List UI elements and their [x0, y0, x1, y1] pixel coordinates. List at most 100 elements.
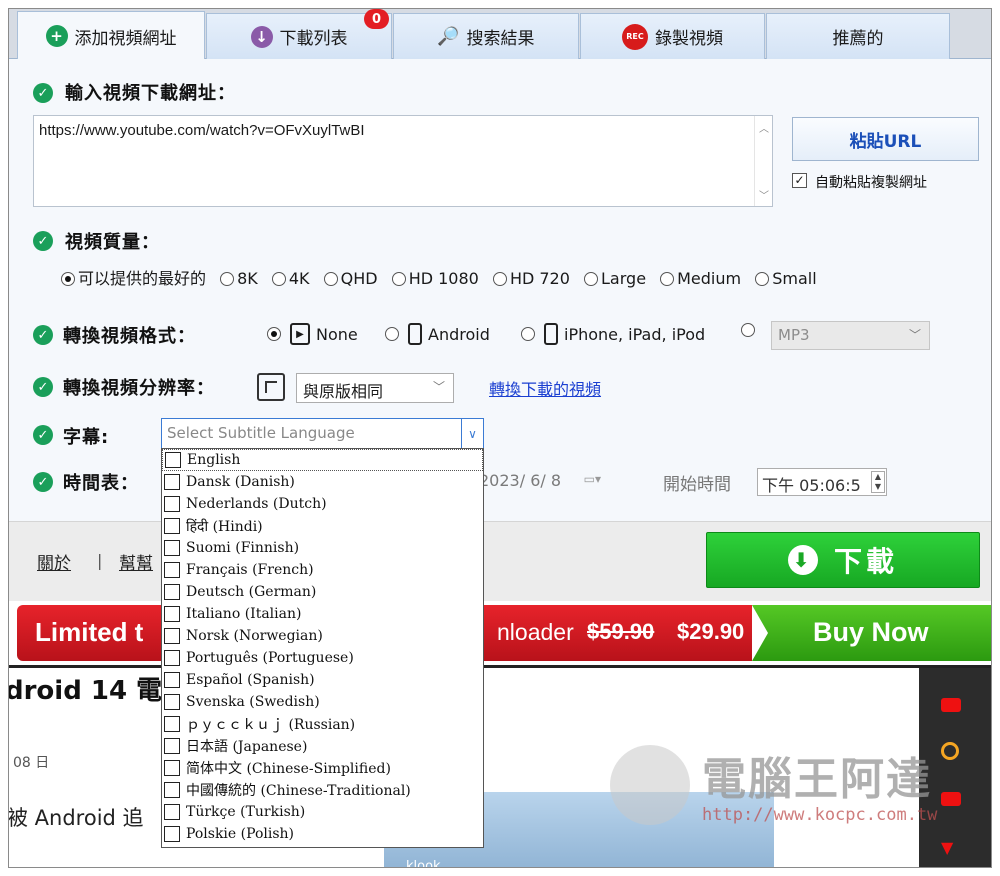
format-option-none[interactable]: ▶ None [267, 323, 358, 345]
checkbox[interactable] [164, 474, 180, 490]
background-sidebar: ▼ [919, 668, 991, 867]
language-option[interactable]: Français (French) [162, 559, 483, 581]
footer-separator: | [97, 551, 103, 570]
checkbox[interactable] [164, 826, 180, 842]
background-snippet: 被 Android 追 [8, 806, 144, 830]
rec-icon: REC [622, 23, 648, 50]
quality-option-qhd[interactable]: QHD [323, 269, 378, 288]
language-option[interactable]: हिंदी (Hindi) [162, 515, 483, 537]
quality-option-4k[interactable]: 4K [271, 269, 310, 288]
quality-option-8k[interactable]: 8K [220, 269, 258, 288]
language-option[interactable]: Nederlands (Dutch) [162, 493, 483, 515]
url-input[interactable]: https://www.youtube.com/watch?v=OFvXuylT… [33, 115, 773, 207]
quality-option-hd720[interactable]: HD 720 [492, 269, 570, 288]
checkbox[interactable] [164, 738, 180, 754]
checkbox[interactable] [164, 716, 180, 732]
language-option[interactable]: Türkçe (Turkish) [162, 801, 483, 823]
subtitle-label: 字幕: [63, 427, 110, 448]
checkbox[interactable] [164, 782, 180, 798]
checkbox[interactable] [164, 562, 180, 578]
scroll-down-icon: ﹀ [759, 191, 769, 202]
auto-paste-checkbox[interactable]: ✓ [792, 173, 807, 188]
checkbox[interactable] [164, 694, 180, 710]
checkbox[interactable] [164, 496, 180, 512]
subtitle-language-dropdown: English Dansk (Danish) Nederlands (Dutch… [161, 448, 484, 848]
auto-paste-label: 自動粘貼複製網址 [815, 175, 927, 191]
quality-option-medium[interactable]: Medium [660, 269, 741, 288]
quality-options: 可以提供的最好的 8K 4K QHD HD 1080 HD 720 Large … [61, 265, 826, 289]
check-icon: ✓ [33, 377, 53, 397]
url-label: 輸入視頻下載網址： [65, 83, 236, 104]
about-link[interactable]: 關於 [37, 549, 71, 574]
checkbox[interactable] [164, 584, 180, 600]
language-option[interactable]: Italiano (Italian) [162, 603, 483, 625]
checkbox[interactable] [164, 540, 180, 556]
language-option[interactable]: 中國傳統的 (Chinese-Traditional) [162, 779, 483, 801]
language-option[interactable]: ｐｙｃｃｋｕｊ (Russian) [162, 713, 483, 735]
checkbox[interactable] [164, 672, 180, 688]
language-option[interactable]: 简体中文 (Chinese-Simplified) [162, 757, 483, 779]
time-spinner-icon[interactable]: ▲ ▼ [871, 471, 885, 493]
check-icon: ✓ [33, 83, 53, 103]
tab-bar: + 添加視頻網址 ↓ 下載列表 0 🔎 搜索結果 REC 錄製視頻 推薦的 [9, 9, 991, 60]
start-time-label: 開始時間 [663, 475, 731, 495]
checkbox[interactable] [164, 518, 180, 534]
tab-recommended[interactable]: 推薦的 [766, 13, 950, 59]
chevron-down-icon: ﹀ [432, 380, 445, 394]
language-option[interactable]: 日本語 (Japanese) [162, 735, 483, 757]
convert-downloaded-link[interactable]: 轉換下載的視頻 [489, 376, 601, 400]
quality-option-small[interactable]: Small [755, 269, 817, 288]
language-option[interactable]: Dansk (Danish) [162, 471, 483, 493]
language-option[interactable]: Polskie (Polish) [162, 823, 483, 845]
chevron-down-icon[interactable]: ∨ [461, 419, 483, 448]
tab-search-results[interactable]: 🔎 搜索結果 [393, 13, 579, 59]
android-phone-icon [408, 323, 422, 345]
language-option[interactable]: Deutsch (German) [162, 581, 483, 603]
format-option-android[interactable]: Android [385, 323, 490, 345]
iphone-icon [544, 323, 558, 345]
language-option[interactable]: English [162, 449, 483, 471]
checkbox[interactable] [165, 452, 181, 468]
checkbox[interactable] [164, 606, 180, 622]
checkbox[interactable] [164, 628, 180, 644]
download-button[interactable]: ⬇ 下載 [706, 532, 980, 588]
resolution-select[interactable]: 與原版相同 ﹀ [296, 373, 454, 403]
resolution-label: 轉換視頻分辨率： [63, 378, 215, 399]
app-window: + 添加視頻網址 ↓ 下載列表 0 🔎 搜索結果 REC 錄製視頻 推薦的 ✓ … [8, 8, 992, 868]
schedule-label: 時間表： [63, 473, 139, 494]
tab-record-video[interactable]: REC 錄製視頻 [580, 13, 765, 59]
background-date: 08 日 [13, 755, 50, 771]
quality-option-large[interactable]: Large [584, 269, 646, 288]
format-label: 轉換視頻格式： [63, 326, 196, 347]
format-option-audio[interactable] [741, 323, 758, 337]
language-option[interactable]: Español (Spanish) [162, 669, 483, 691]
check-icon: ✓ [33, 425, 53, 445]
format-option-iphone[interactable]: iPhone, iPad, iPod [521, 323, 705, 345]
download-circle-icon: ↓ [250, 25, 273, 48]
refresh-icon [941, 742, 959, 760]
language-option[interactable]: Svenska (Swedish) [162, 691, 483, 713]
language-option[interactable]: Suomi (Finnish) [162, 537, 483, 559]
checkbox[interactable] [164, 760, 180, 776]
audio-format-select[interactable]: MP3 ﹀ [771, 321, 930, 350]
start-time-input[interactable]: 下午 05:06:5 ▲ ▼ [757, 468, 887, 496]
subtitle-language-select[interactable]: Select Subtitle Language ∨ [161, 418, 484, 449]
paste-url-button[interactable]: 粘貼URL [792, 117, 979, 161]
youtube-icon [941, 792, 961, 806]
quality-option-best[interactable]: 可以提供的最好的 [61, 269, 206, 288]
resolution-icon [257, 373, 285, 401]
tab-add-video-url[interactable]: + 添加視頻網址 [17, 11, 205, 60]
youtube-icon [941, 698, 961, 712]
checkbox[interactable] [164, 804, 180, 820]
buy-now-label: Buy Now [813, 617, 929, 647]
checkbox[interactable] [164, 650, 180, 666]
language-option[interactable]: Norsk (Norwegian) [162, 625, 483, 647]
url-scrollbar[interactable]: ︿ ﹀ [754, 116, 772, 206]
scroll-up-icon: ︿ [759, 124, 769, 135]
quality-option-hd1080[interactable]: HD 1080 [391, 269, 479, 288]
check-icon: ✓ [33, 231, 53, 251]
language-option[interactable]: Português (Portuguese) [162, 647, 483, 669]
help-link[interactable]: 幫幫 [119, 549, 153, 574]
schedule-date-picker[interactable]: 2023/ 6/ 8 ▭▾ [475, 468, 605, 495]
video-file-icon: ▶ [290, 323, 310, 345]
